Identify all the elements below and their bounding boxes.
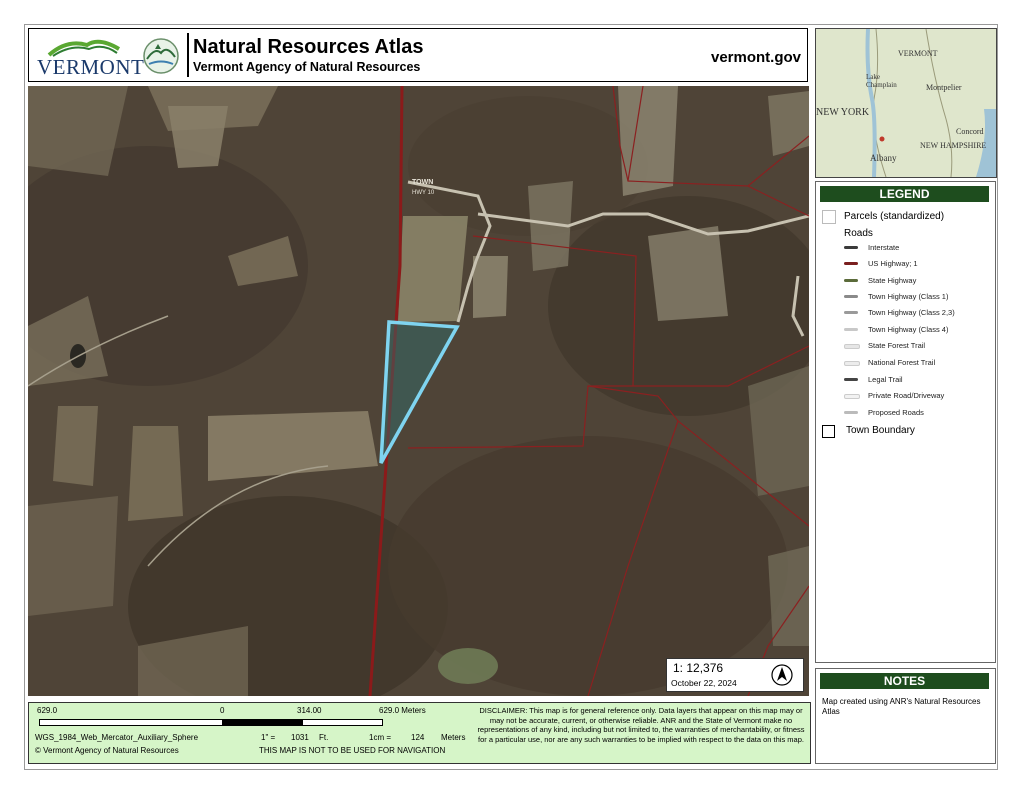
legend-road-label: National Forest Trail [868,358,936,367]
legend-road-symbol [844,378,858,381]
map-date: October 22, 2024 [671,678,737,688]
atlas-title: Natural Resources Atlas [193,36,424,58]
inch-scale-label: 1" = [261,733,276,742]
legend-road-symbol [844,344,860,349]
atlas-subtitle: Vermont Agency of Natural Resources [193,60,421,74]
vermont-gov-link[interactable]: vermont.gov [711,49,801,66]
inch-scale-unit: Ft. [319,733,329,742]
inset-label-concord: Concord [956,127,984,136]
inset-label-montpelier: Montpelier [926,83,962,92]
legend-road-label: Interstate [868,243,900,252]
legend-road-label: Town Highway (Class 1) [868,292,949,301]
legend-road-label: Proposed Roads [868,408,924,417]
legend-road-symbol [844,411,858,414]
legend-parcels-label: Parcels (standardized) [844,211,945,222]
aerial-imagery: TOWN HWY 10 [28,86,809,696]
inset-label-albany: Albany [870,153,897,163]
scale-ratio-box: 1: 12,376 October 22, 2024 [666,658,804,692]
scale-bar-right-segment [302,719,383,726]
road-label-hwy: HWY 10 [412,190,435,196]
legend-road-symbol [844,279,858,282]
notes-text: Map created using ANR's Natural Resource… [822,697,981,716]
notes-title: NOTES [820,673,989,689]
projection-label: WGS_1984_Web_Mercator_Auxiliary_Sphere [35,733,199,742]
map-legend: LEGEND Parcels (standardized) Roads Inte… [815,181,996,663]
scale-bar-mid-segment [222,719,303,726]
scale-mid-value: 314.00 [297,706,322,715]
legend-road-symbol [844,262,858,265]
legend-road-label: State Highway [868,276,917,285]
cm-scale-label: 1cm = [369,733,392,742]
scale-zero: 0 [220,706,225,715]
town-boundary-symbol [822,425,835,438]
legend-road-label: State Forest Trail [868,341,926,350]
cm-scale-unit: Meters [441,733,466,742]
inset-label-vermont: VERMONT [898,49,938,58]
map-scale-ratio: 1: 12,376 [673,661,724,675]
disclaimer-text: DISCLAIMER: This map is for general refe… [477,706,805,744]
vermont-logo-text: VERMONT [37,55,145,79]
cm-scale-value: 124 [411,733,425,742]
legend-road-label: Town Highway (Class 2,3) [868,308,955,317]
inset-label-new-york: NEW YORK [816,107,870,118]
legend-title: LEGEND [820,186,989,202]
legend-road-symbol [844,295,858,298]
legend-road-symbol [844,311,858,314]
legend-roads-heading: Roads [844,228,873,239]
legend-road-label: Private Road/Driveway [868,391,945,400]
aerial-map[interactable]: TOWN HWY 10 [28,86,809,696]
road-label: TOWN [412,179,433,186]
legend-road-symbol [844,328,858,331]
inch-scale-value: 1031 [291,733,309,742]
legend-road-symbol [844,361,860,366]
atlas-header: VERMONT Natural Resources Atlas Vermont … [28,28,808,82]
scale-left-value: 629.0 [37,706,58,715]
vermont-logo: VERMONT [33,35,144,79]
scale-bar-left-segment [39,719,223,726]
legend-road-label: Legal Trail [868,375,903,384]
legend-town-boundary-label: Town Boundary [846,425,915,436]
scale-right-value: 629.0 Meters [379,706,426,715]
north-arrow-icon [771,664,793,686]
header-separator [187,33,189,77]
navigation-warning: THIS MAP IS NOT TO BE USED FOR NAVIGATIO… [259,746,446,755]
inset-label-new-hampshire: NEW HAMPSHIRE [920,141,987,150]
legend-road-label: Town Highway (Class 4) [868,325,949,334]
legend-road-label: US Highway; 1 [868,259,918,268]
map-footer: 629.0 0 314.00 629.0 Meters WGS_1984_Web… [28,702,811,764]
locator-inset-map: VERMONT Lake Champlain Montpelier NEW YO… [815,28,997,178]
copyright-label: © Vermont Agency of Natural Resources [35,746,179,755]
inset-label-lake-champlain: Lake Champlain [866,73,897,89]
anr-logo-icon [141,37,181,75]
parcels-symbol [822,210,836,224]
legend-road-symbol [844,246,858,249]
legend-road-symbol [844,394,860,399]
map-notes: NOTES Map created using ANR's Natural Re… [815,668,996,764]
